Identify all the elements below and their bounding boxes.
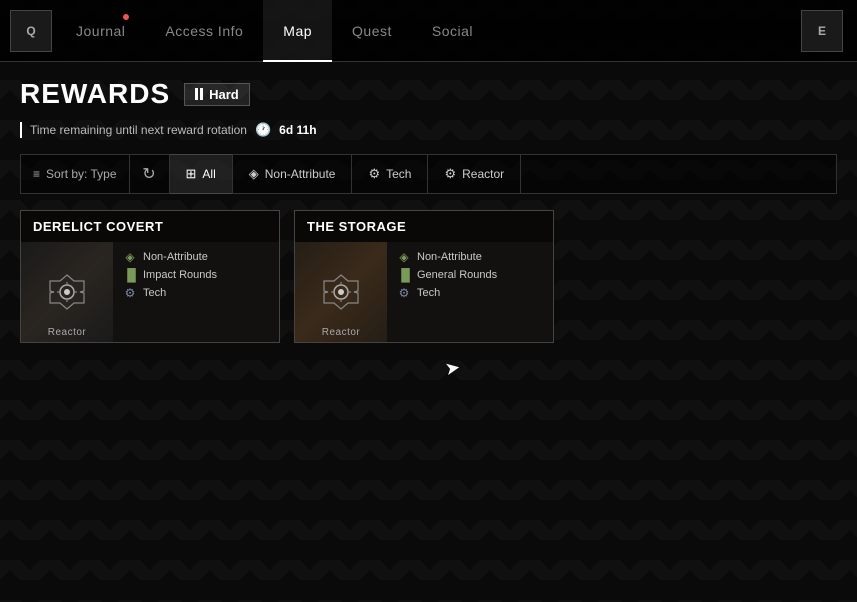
reactor-icon-filter: ⚙ bbox=[444, 166, 456, 182]
reactor-label-derelict: Reactor bbox=[21, 327, 113, 338]
reactor-svg-derelict bbox=[46, 271, 88, 313]
tab-access-info[interactable]: Access Info bbox=[145, 0, 263, 62]
reward-item: ◈ Non-Attribute bbox=[123, 250, 269, 264]
filter-non-attribute[interactable]: ◈ Non-Attribute bbox=[233, 154, 353, 194]
filter-all-label: All bbox=[202, 167, 215, 181]
app-container: Q Journal Access Info Map Quest Social E… bbox=[0, 0, 857, 602]
filter-bar: ≡ Sort by: Type ↻ ⊞ All ◈ Non-Attribute … bbox=[20, 154, 837, 194]
non-attribute-reward-icon: ◈ bbox=[123, 250, 137, 264]
filter-tech-label: Tech bbox=[386, 167, 411, 181]
tab-journal[interactable]: Journal bbox=[56, 0, 145, 62]
reactor-svg-storage bbox=[320, 271, 362, 313]
reward-tech-label: Tech bbox=[143, 287, 166, 299]
filter-reactor-label: Reactor bbox=[462, 167, 504, 181]
card-image-storage: Reactor bbox=[295, 242, 387, 342]
tab-social-label: Social bbox=[432, 23, 473, 39]
tech-reward-icon-2: ⚙ bbox=[397, 286, 411, 300]
filter-non-attribute-label: Non-Attribute bbox=[265, 167, 336, 181]
tab-social[interactable]: Social bbox=[412, 0, 493, 62]
reactor-label-storage: Reactor bbox=[295, 327, 387, 338]
tab-quest[interactable]: Quest bbox=[332, 0, 412, 62]
tab-map-label: Map bbox=[283, 23, 312, 39]
location-card-the-storage[interactable]: The Storage bbox=[294, 210, 554, 343]
sort-label: Sort by: Type bbox=[46, 167, 116, 181]
general-rounds-icon: ▐▌ bbox=[397, 268, 411, 282]
card-image-derelict: Reactor bbox=[21, 242, 113, 342]
non-attribute-icon: ◈ bbox=[249, 166, 259, 182]
tech-icon: ⚙ bbox=[368, 166, 380, 182]
filter-tech[interactable]: ⚙ Tech bbox=[352, 154, 428, 194]
reward-item: ▐▌ Impact Rounds bbox=[123, 268, 269, 282]
filter-all[interactable]: ⊞ All bbox=[170, 154, 233, 194]
impact-rounds-icon: ▐▌ bbox=[123, 268, 137, 282]
rewards-header: Rewards Hard bbox=[20, 78, 837, 110]
reactor-icon-derelict bbox=[46, 271, 88, 313]
tab-map[interactable]: Map bbox=[263, 0, 332, 62]
all-icon: ⊞ bbox=[186, 166, 197, 182]
refresh-button[interactable]: ↻ bbox=[130, 155, 170, 193]
refresh-icon: ↻ bbox=[142, 164, 155, 184]
card-rewards-derelict: ◈ Non-Attribute ▐▌ Impact Rounds ⚙ Tech bbox=[113, 242, 279, 342]
non-attribute-reward-icon-2: ◈ bbox=[397, 250, 411, 264]
card-body-storage: Reactor ◈ Non-Attribute ▐▌ General Round… bbox=[295, 242, 553, 342]
location-card-derelict-covert[interactable]: Derelict Covert bbox=[20, 210, 280, 343]
reward-general-rounds-label: General Rounds bbox=[417, 269, 497, 281]
reward-non-attribute-label-2: Non-Attribute bbox=[417, 251, 482, 263]
filter-reactor[interactable]: ⚙ Reactor bbox=[428, 154, 521, 194]
timer-prefix: Time remaining until next reward rotatio… bbox=[30, 123, 247, 137]
card-rewards-storage: ◈ Non-Attribute ▐▌ General Rounds ⚙ Tech bbox=[387, 242, 553, 342]
page-content: Rewards Hard Time remaining until next r… bbox=[0, 62, 857, 602]
reward-tech-label-2: Tech bbox=[417, 287, 440, 299]
timer-value: 6d 11h bbox=[279, 123, 316, 137]
sort-icon: ≡ bbox=[33, 167, 40, 181]
clock-icon: 🕐 bbox=[255, 122, 271, 138]
card-body-derelict: Reactor ◈ Non-Attribute ▐▌ Impact Rounds… bbox=[21, 242, 279, 342]
difficulty-label: Hard bbox=[209, 87, 239, 102]
cards-grid: Derelict Covert bbox=[20, 210, 837, 343]
page-title: Rewards bbox=[20, 78, 170, 110]
reward-item: ⚙ Tech bbox=[123, 286, 269, 300]
reward-item: ▐▌ General Rounds bbox=[397, 268, 543, 282]
nav-button-q[interactable]: Q bbox=[10, 10, 52, 52]
sort-button[interactable]: ≡ Sort by: Type bbox=[21, 155, 130, 193]
journal-notification-dot bbox=[123, 14, 129, 20]
tech-reward-icon: ⚙ bbox=[123, 286, 137, 300]
timer-row: Time remaining until next reward rotatio… bbox=[20, 122, 837, 138]
filter-options: ⊞ All ◈ Non-Attribute ⚙ Tech ⚙ Reactor bbox=[170, 154, 837, 194]
reward-non-attribute-label: Non-Attribute bbox=[143, 251, 208, 263]
card-title-derelict: Derelict Covert bbox=[21, 211, 279, 242]
tab-access-info-label: Access Info bbox=[165, 23, 243, 39]
difficulty-badge: Hard bbox=[184, 83, 250, 106]
reward-item: ◈ Non-Attribute bbox=[397, 250, 543, 264]
card-title-storage: The Storage bbox=[295, 211, 553, 242]
tab-journal-label: Journal bbox=[76, 23, 125, 39]
nav-button-e[interactable]: E bbox=[801, 10, 843, 52]
top-nav: Q Journal Access Info Map Quest Social E bbox=[0, 0, 857, 62]
pause-icon bbox=[195, 88, 203, 100]
reward-item: ⚙ Tech bbox=[397, 286, 543, 300]
reactor-icon-storage bbox=[320, 271, 362, 313]
tab-quest-label: Quest bbox=[352, 23, 392, 39]
reward-impact-rounds-label: Impact Rounds bbox=[143, 269, 217, 281]
